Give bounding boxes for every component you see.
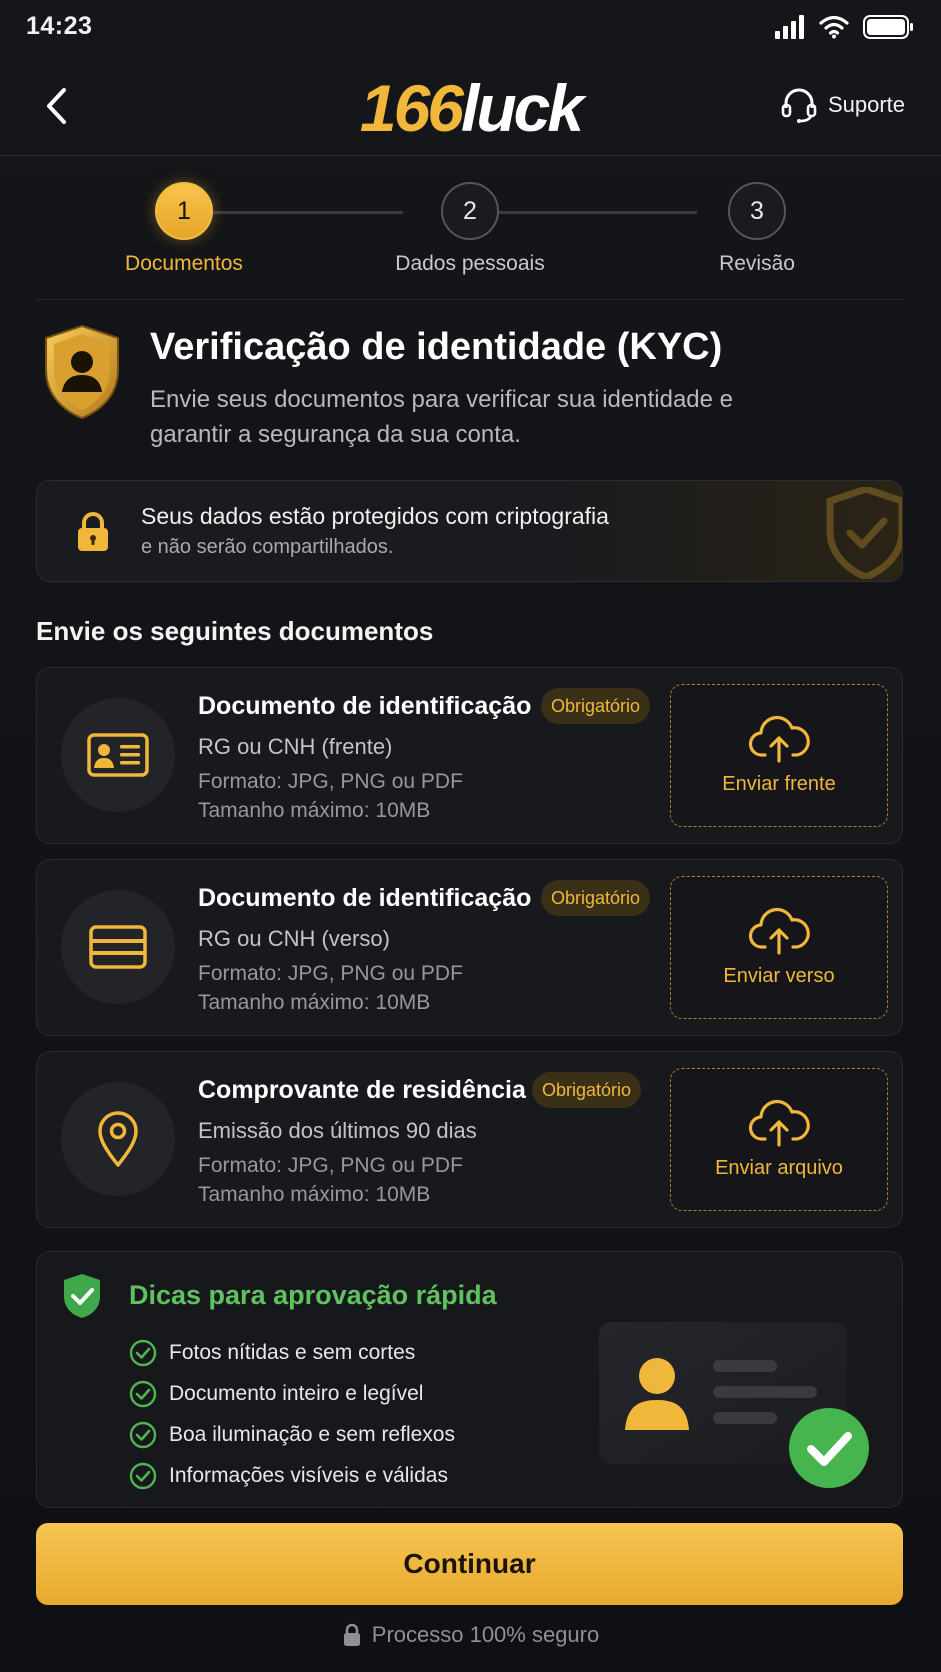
shield-user-icon [45, 324, 119, 420]
tips-list: Fotos nítidas e sem cortes Documento int… [129, 1332, 455, 1496]
support-button[interactable]: Suporte [780, 86, 905, 124]
document-subtitle: Emissão dos últimos 90 dias [198, 1118, 477, 1143]
upload-label: Enviar arquivo [715, 1157, 843, 1179]
document-format: Formato: JPG, PNG ou PDF [198, 770, 463, 793]
approval-tips-card: Dicas para aprovação rápida Fotos nítida… [36, 1251, 903, 1508]
check-circle-icon [129, 1380, 157, 1407]
step-label: Revisão [719, 252, 795, 275]
upload-back-button[interactable]: Enviar verso [670, 876, 888, 1019]
location-pin-icon [98, 1111, 138, 1167]
check-circle-icon [129, 1421, 157, 1448]
document-card-proof-of-address: Comprovante de residência Obrigatório Em… [36, 1051, 903, 1228]
step-dados-pessoais[interactable]: 2 Dados pessoais [370, 176, 570, 276]
verified-id-card-illustration [599, 1322, 869, 1488]
page-title: Verificação de identidade (KYC) [150, 326, 723, 368]
required-badge: Obrigatório [541, 880, 651, 916]
document-size: Tamanho máximo: 10MB [198, 799, 431, 822]
document-icon-wrap [61, 1082, 175, 1196]
document-size: Tamanho máximo: 10MB [198, 1183, 431, 1206]
document-title: Comprovante de residência [198, 1076, 526, 1104]
upload-front-button[interactable]: Enviar frente [670, 684, 888, 827]
tips-title: Dicas para aprovação rápida [129, 1280, 497, 1310]
shield-check-icon [826, 487, 902, 579]
upload-label: Enviar verso [723, 965, 835, 987]
app-header: 166luck Suporte [0, 56, 941, 156]
kyc-intro: Verificação de identidade (KYC) Envie se… [36, 320, 903, 450]
document-icon-wrap [61, 698, 175, 812]
security-notice: Seus dados estão protegidos com criptogr… [36, 480, 903, 582]
step-documentos[interactable]: 1 Documentos [84, 176, 284, 276]
document-format: Formato: JPG, PNG ou PDF [198, 1154, 463, 1177]
logo-number: 166 [359, 71, 464, 145]
document-card-id-back: Documento de identificação Obrigatório R… [36, 859, 903, 1036]
status-time: 14:23 [26, 12, 93, 40]
tip-text: Boa iluminação e sem reflexos [169, 1422, 455, 1446]
document-format: Formato: JPG, PNG ou PDF [198, 962, 463, 985]
tip-item: Boa iluminação e sem reflexos [129, 1414, 455, 1455]
step-label: Documentos [125, 252, 243, 275]
required-badge: Obrigatório [532, 1072, 642, 1108]
status-bar: 14:23 [0, 0, 941, 56]
document-card-id-front: Documento de identificação Obrigatório R… [36, 667, 903, 844]
document-title: Documento de identificação [198, 884, 532, 912]
cloud-upload-icon [748, 907, 810, 955]
upload-file-button[interactable]: Enviar arquivo [670, 1068, 888, 1211]
document-size: Tamanho máximo: 10MB [198, 991, 431, 1014]
document-subtitle: RG ou CNH (verso) [198, 926, 390, 951]
step-number: 2 [441, 182, 499, 240]
document-icon-wrap [61, 890, 175, 1004]
battery-icon [863, 15, 913, 39]
secure-text: Processo 100% seguro [371, 1622, 600, 1647]
tip-item: Informações visíveis e válidas [129, 1455, 455, 1496]
step-number: 3 [728, 182, 786, 240]
green-shield-check-icon [64, 1274, 100, 1318]
lock-icon [78, 512, 108, 551]
tip-item: Fotos nítidas e sem cortes [129, 1332, 455, 1373]
cloud-upload-icon [748, 715, 810, 763]
status-icons [775, 14, 915, 40]
documents-section-title: Envie os seguintes documentos [36, 616, 434, 646]
signal-icon [775, 15, 804, 39]
check-circle-icon [129, 1339, 157, 1366]
upload-label: Enviar frente [722, 773, 836, 795]
check-circle-icon [129, 1462, 157, 1489]
tip-text: Fotos nítidas e sem cortes [169, 1340, 416, 1364]
step-label: Dados pessoais [395, 252, 545, 275]
logo-word: luck [461, 71, 584, 145]
continue-button[interactable]: Continuar [36, 1523, 903, 1605]
card-back-icon [89, 925, 147, 969]
headset-icon [781, 88, 817, 123]
step-revisao[interactable]: 3 Revisão [657, 176, 857, 276]
progress-stepper: 1 Documentos 2 Dados pessoais 3 Revisão [36, 176, 903, 300]
page-description: Envie seus documentos para verificar sua… [150, 386, 734, 448]
document-title: Documento de identificação [198, 692, 532, 720]
id-card-icon [87, 733, 149, 777]
lock-icon [343, 1623, 360, 1646]
document-subtitle: RG ou CNH (frente) [198, 734, 393, 759]
wifi-icon [819, 15, 849, 39]
step-number: 1 [155, 182, 213, 240]
tip-item: Documento inteiro e legível [129, 1373, 455, 1414]
cloud-upload-icon [748, 1099, 810, 1147]
notice-text-secondary: e não serão compartilhados. [141, 536, 394, 558]
tip-text: Documento inteiro e legível [169, 1381, 424, 1405]
kyc-screen: 14:23 166luck Suporte 1 Documentos 2 Dad… [0, 0, 941, 1672]
tip-text: Informações visíveis e válidas [169, 1463, 448, 1487]
support-label: Suporte [827, 92, 905, 117]
notice-text-primary: Seus dados estão protegidos com criptogr… [141, 503, 609, 529]
secure-process-note: Processo 100% seguro [0, 1622, 941, 1648]
required-badge: Obrigatório [541, 688, 651, 724]
